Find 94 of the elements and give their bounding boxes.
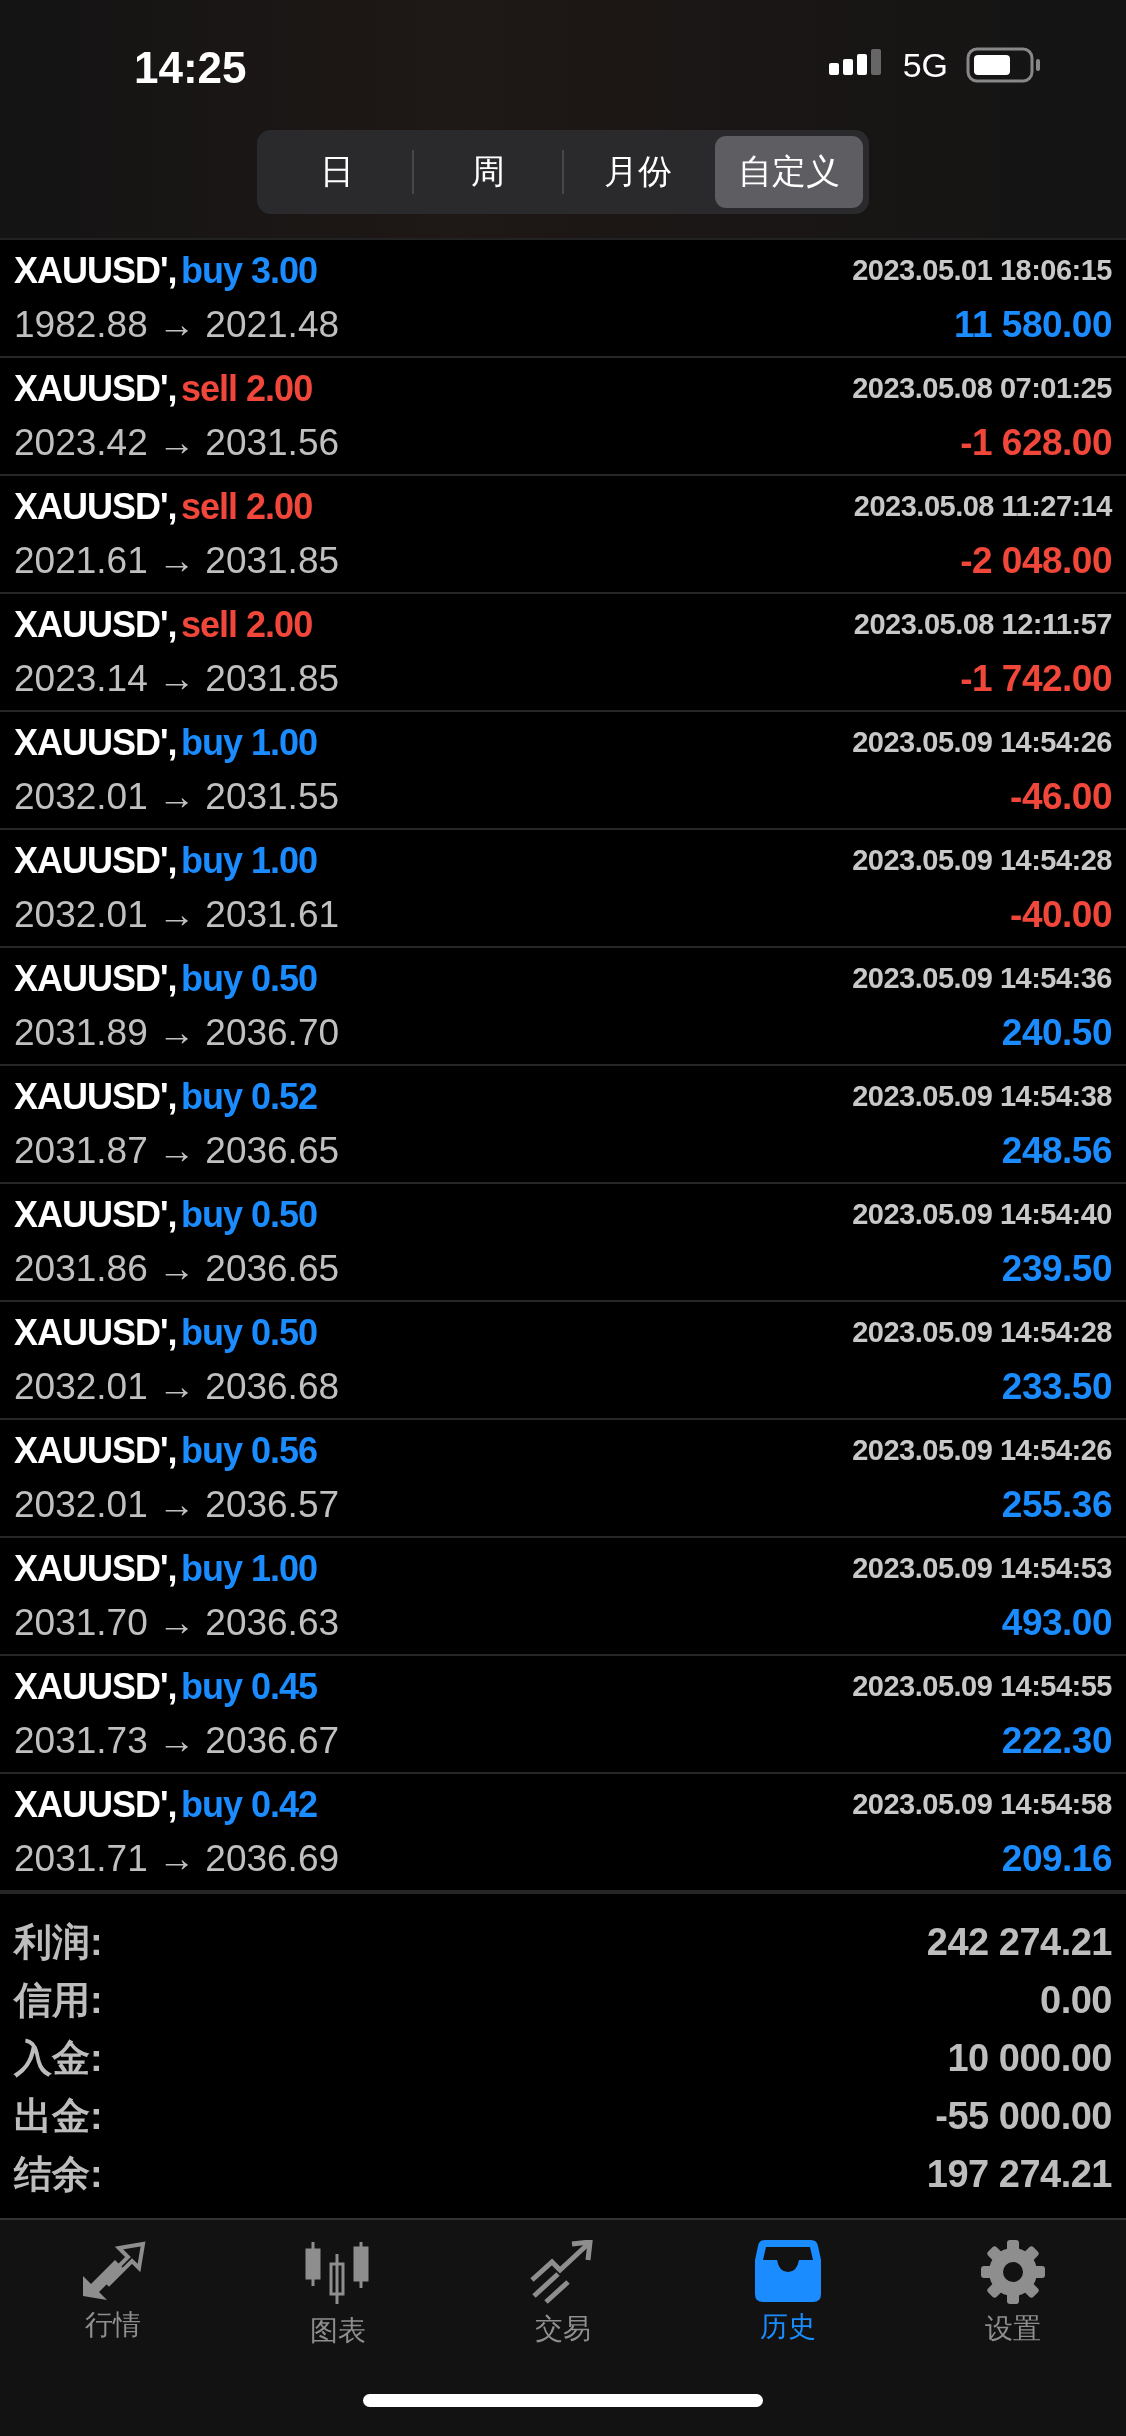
deal-profit: -46.00 (1010, 775, 1112, 818)
deal-symbol: XAUUSD', (14, 1075, 177, 1117)
deal-volume: sell 2.00 (181, 485, 313, 527)
tab-bar-item[interactable]: 设置 (900, 2239, 1126, 2350)
deal-profit: 233.50 (1001, 1365, 1112, 1408)
deal-symbol: XAUUSD', (14, 249, 177, 291)
deal-profit: -1 628.00 (960, 421, 1112, 464)
deal-symbol: XAUUSD', (14, 721, 177, 763)
deal-time: 2023.05.08 07:01:25 (852, 372, 1112, 406)
deal-prices: 2031.71 → 2036.69 (14, 1837, 341, 1880)
deal-volume: buy 0.50 (181, 957, 318, 999)
summary-label: 结余: (14, 2152, 103, 2198)
summary-value: 10 000.00 (947, 2037, 1112, 2081)
deal-prices: 2021.61 → 2031.85 (14, 539, 341, 582)
deal-volume: buy 0.50 (181, 1193, 318, 1235)
deal-prices: 2032.01 → 2031.55 (14, 775, 341, 818)
deal-symbol: XAUUSD', (14, 485, 177, 527)
deal-time: 2023.05.01 18:06:15 (852, 254, 1112, 288)
deal-symbol: XAUUSD', (14, 1193, 177, 1235)
tab-bar-item[interactable]: 交易 (450, 2239, 676, 2350)
deal-volume: buy 0.45 (181, 1665, 318, 1707)
deal-volume: buy 0.56 (181, 1429, 318, 1471)
settings-icon (981, 2239, 1046, 2304)
deal-symbol: XAUUSD', (14, 1783, 177, 1825)
deal-prices: 2031.89 → 2036.70 (14, 1011, 341, 1054)
deal-time: 2023.05.08 12:11:57 (853, 608, 1112, 642)
deal-time: 2023.05.09 14:54:26 (852, 726, 1112, 760)
summary-label: 信用: (14, 1978, 103, 2024)
deal-time: 2023.05.09 14:54:40 (852, 1198, 1112, 1232)
battery-icon (966, 47, 1042, 83)
deal-profit: 239.50 (1001, 1247, 1112, 1290)
deal-profit: 240.50 (1001, 1011, 1112, 1054)
deal-prices: 2032.01 → 2031.61 (14, 893, 341, 936)
deal-volume: buy 0.50 (181, 1311, 318, 1353)
deal-profit: -2 048.00 (960, 539, 1112, 582)
deal-symbol: XAUUSD', (14, 1665, 177, 1707)
deal-symbol: XAUUSD', (14, 1547, 177, 1589)
deal-symbol: XAUUSD', (14, 1429, 177, 1471)
inbox-icon (755, 2239, 822, 2302)
summary-value: -55 000.00 (935, 2095, 1112, 2139)
deal-symbol: XAUUSD', (14, 839, 177, 881)
network-label: 5G (902, 45, 948, 85)
deal-prices: 2023.42 → 2031.56 (14, 421, 341, 464)
deal-profit: 209.16 (1001, 1837, 1112, 1880)
deal-prices: 2032.01 → 2036.57 (14, 1483, 341, 1526)
deal-symbol: XAUUSD', (14, 957, 177, 999)
summary-label: 入金: (14, 2036, 103, 2082)
summary-label: 利润: (14, 1920, 103, 1966)
deal-prices: 2032.01 → 2036.68 (14, 1365, 341, 1408)
tab-bar-item[interactable]: 历史 (675, 2239, 901, 2350)
deal-prices: 2031.86 → 2036.65 (14, 1247, 341, 1290)
period-tab[interactable]: 月份 (564, 136, 713, 208)
deal-profit: -40.00 (1010, 893, 1112, 936)
deal-time: 2023.05.09 14:54:36 (852, 962, 1112, 996)
deal-prices: 2023.14 → 2031.85 (14, 657, 341, 700)
deal-profit: 493.00 (1001, 1601, 1112, 1644)
summary-label: 出金: (14, 2094, 103, 2140)
deal-prices: 2031.70 → 2036.63 (14, 1601, 341, 1644)
deal-time: 2023.05.09 14:54:58 (852, 1788, 1112, 1822)
deal-symbol: XAUUSD', (14, 1311, 177, 1353)
period-tab[interactable]: 周 (413, 136, 562, 208)
tab-bar-item[interactable]: 行情 (0, 2239, 226, 2350)
deal-profit: 248.56 (1001, 1129, 1112, 1172)
deal-profit: -1 742.00 (960, 657, 1112, 700)
status-time: 14:25 (134, 43, 247, 93)
deal-volume: buy 1.00 (181, 721, 318, 763)
tab-bar-item[interactable]: 图表 (225, 2239, 451, 2350)
summary-value: 242 274.21 (926, 1921, 1112, 1965)
deal-volume: buy 0.42 (181, 1783, 318, 1825)
deal-volume: buy 1.00 (181, 839, 318, 881)
deal-symbol: XAUUSD', (14, 367, 177, 409)
deal-volume: sell 2.00 (181, 603, 313, 645)
summary-value: 197 274.21 (926, 2153, 1112, 2197)
deal-symbol: XAUUSD', (14, 603, 177, 645)
deal-time: 2023.05.08 11:27:14 (853, 490, 1112, 524)
deal-profit: 11 580.00 (953, 303, 1112, 346)
deal-time: 2023.05.09 14:54:55 (852, 1670, 1112, 1704)
deal-time: 2023.05.09 14:54:53 (852, 1552, 1112, 1586)
deal-profit: 255.36 (1001, 1483, 1112, 1526)
deal-volume: buy 1.00 (181, 1547, 318, 1589)
deal-time: 2023.05.09 14:54:26 (852, 1434, 1112, 1468)
deal-prices: 2031.87 → 2036.65 (14, 1129, 341, 1172)
deal-volume: buy 0.52 (181, 1075, 318, 1117)
deal-profit: 222.30 (1001, 1719, 1112, 1762)
deal-time: 2023.05.09 14:54:28 (852, 844, 1112, 878)
deal-time: 2023.05.09 14:54:28 (852, 1316, 1112, 1350)
deal-prices: 2031.73 → 2036.67 (14, 1719, 341, 1762)
deal-prices: 1982.88 → 2021.48 (14, 303, 341, 346)
period-tab[interactable]: 日 (263, 136, 412, 208)
deal-volume: buy 3.00 (181, 249, 318, 291)
summary-value: 0.00 (1040, 1979, 1112, 2023)
period-tab[interactable]: 自定义 (714, 136, 863, 208)
deal-volume: sell 2.00 (181, 367, 313, 409)
deal-time: 2023.05.09 14:54:38 (852, 1080, 1112, 1114)
